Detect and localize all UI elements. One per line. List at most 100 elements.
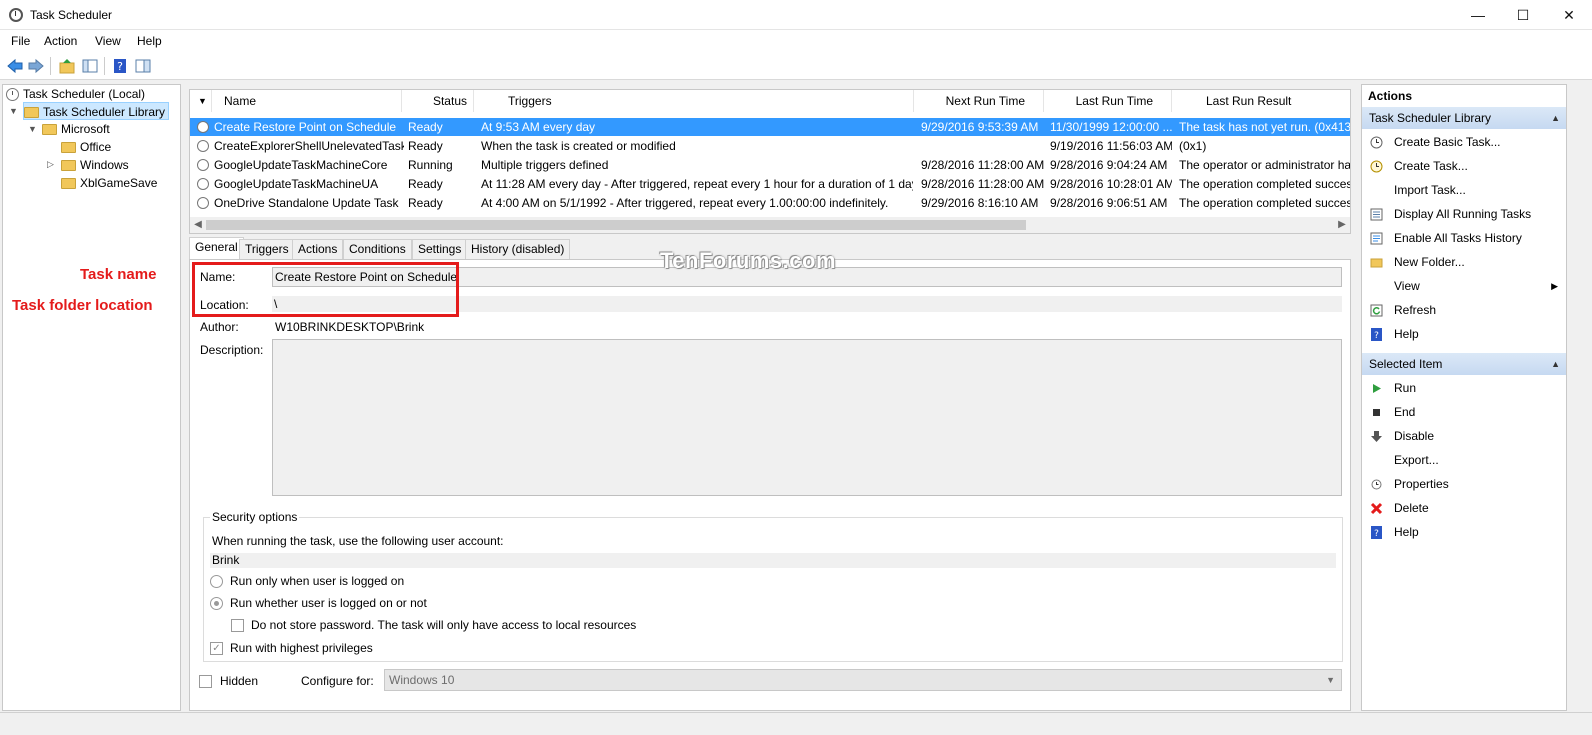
show-hide-console-tree-icon[interactable] bbox=[81, 57, 99, 75]
tab-settings[interactable]: Settings bbox=[412, 239, 468, 259]
column-header-status[interactable]: Status bbox=[402, 90, 474, 112]
checkbox-do-not-store-password[interactable] bbox=[231, 619, 244, 632]
tab-history[interactable]: History (disabled) bbox=[465, 239, 571, 259]
collapse-up-icon[interactable]: ▲ bbox=[1551, 353, 1560, 375]
column-header-last-run-time[interactable]: Last Run Time bbox=[1044, 90, 1172, 112]
back-arrow-icon[interactable] bbox=[6, 57, 24, 75]
column-header-name[interactable]: Name bbox=[212, 90, 402, 112]
tree-node-office[interactable]: Office bbox=[61, 138, 111, 156]
tab-triggers[interactable]: Triggers bbox=[239, 239, 295, 259]
svg-text:?: ? bbox=[1374, 529, 1379, 539]
menu-action[interactable]: Action bbox=[44, 34, 77, 48]
action-delete[interactable]: Delete bbox=[1362, 496, 1566, 520]
action-refresh[interactable]: Refresh bbox=[1362, 298, 1566, 322]
action-view[interactable]: View ▶ bbox=[1362, 274, 1566, 298]
checkbox-hidden-label: Hidden bbox=[220, 674, 259, 688]
tree-node-root[interactable]: Task Scheduler (Local) bbox=[6, 85, 145, 103]
up-folder-icon[interactable] bbox=[58, 57, 76, 75]
action-disable[interactable]: Disable bbox=[1362, 424, 1566, 448]
end-icon bbox=[1373, 409, 1380, 416]
maximize-button[interactable]: ☐ bbox=[1500, 0, 1546, 30]
help-icon[interactable]: ? bbox=[111, 57, 129, 75]
tree-node-label: Microsoft bbox=[61, 122, 110, 136]
configure-for-select[interactable]: Windows 10 ▼ bbox=[384, 669, 1342, 691]
tree-node-task-scheduler-library[interactable]: Task Scheduler Library bbox=[23, 102, 170, 120]
tab-general[interactable]: General bbox=[189, 237, 244, 259]
task-list: ▼ Name Status Triggers Next Run Time Las… bbox=[189, 89, 1351, 234]
show-hide-action-pane-icon[interactable] bbox=[134, 57, 152, 75]
scroll-left-icon[interactable]: ◀ bbox=[190, 217, 206, 233]
action-help-selected[interactable]: ? Help bbox=[1362, 520, 1566, 544]
horizontal-scrollbar[interactable]: ◀ ▶ bbox=[190, 217, 1350, 233]
checkbox-hidden[interactable] bbox=[199, 675, 212, 688]
task-clock-icon bbox=[197, 159, 209, 171]
cell-last-run-time: 11/30/1999 12:00:00 ... bbox=[1050, 120, 1172, 134]
folder-icon bbox=[61, 142, 76, 154]
author-label: Author: bbox=[200, 320, 239, 334]
close-button[interactable]: ✕ bbox=[1546, 0, 1592, 30]
action-new-folder[interactable]: New Folder... bbox=[1362, 250, 1566, 274]
collapse-up-icon[interactable]: ▲ bbox=[1551, 107, 1560, 129]
action-create-basic-task[interactable]: Create Basic Task... bbox=[1362, 130, 1566, 154]
column-header-last-run-result[interactable]: Last Run Result bbox=[1172, 90, 1350, 112]
minimize-button[interactable]: — bbox=[1455, 0, 1501, 30]
action-properties[interactable]: Properties bbox=[1362, 472, 1566, 496]
toolbar: ? bbox=[0, 52, 1592, 80]
action-help[interactable]: ? Help bbox=[1362, 322, 1566, 346]
collapse-chevron-icon[interactable]: ▼ bbox=[9, 106, 18, 116]
cell-name: OneDrive Standalone Update Task bbox=[214, 196, 399, 210]
action-end[interactable]: End bbox=[1362, 400, 1566, 424]
tab-actions[interactable]: Actions bbox=[292, 239, 344, 259]
section-task-scheduler-library[interactable]: Task Scheduler Library ▲ bbox=[1362, 107, 1566, 129]
action-run[interactable]: Run bbox=[1362, 376, 1566, 400]
menu-file[interactable]: File bbox=[11, 34, 30, 48]
tree-node-microsoft[interactable]: Microsoft bbox=[42, 120, 110, 138]
action-label: Refresh bbox=[1394, 303, 1437, 317]
clock-icon bbox=[6, 88, 19, 102]
description-textarea[interactable] bbox=[272, 339, 1342, 496]
annotation-task-name: Task name bbox=[80, 266, 157, 283]
cell-name: GoogleUpdateTaskMachineUA bbox=[214, 177, 379, 191]
console-tree: Task Scheduler (Local) ▼ Task Scheduler … bbox=[2, 84, 181, 711]
table-row[interactable]: GoogleUpdateTaskMachineUA Ready At 11:28… bbox=[190, 175, 1350, 193]
tab-conditions[interactable]: Conditions bbox=[343, 239, 412, 259]
radio-run-whether-logged-on[interactable] bbox=[210, 597, 223, 610]
tree-node-xblgamesave[interactable]: XblGameSave bbox=[61, 174, 157, 192]
forward-arrow-icon[interactable] bbox=[27, 57, 45, 75]
cell-last-run-time: 9/19/2016 11:56:03 AM bbox=[1050, 139, 1172, 153]
cell-last-run-time: 9/28/2016 9:04:24 AM bbox=[1050, 158, 1168, 172]
tree-node-windows[interactable]: Windows bbox=[61, 156, 129, 174]
expand-chevron-icon[interactable]: ▷ bbox=[47, 159, 54, 170]
section-selected-item[interactable]: Selected Item ▲ bbox=[1362, 353, 1566, 375]
cell-name: GoogleUpdateTaskMachineCore bbox=[214, 158, 388, 172]
menu-view[interactable]: View bbox=[95, 34, 121, 48]
properties-icon bbox=[1371, 479, 1382, 490]
scroll-right-icon[interactable]: ▶ bbox=[1334, 217, 1350, 233]
radio-run-only-logged-on[interactable] bbox=[210, 575, 223, 588]
checkbox-run-highest-privileges-label: Run with highest privileges bbox=[230, 641, 373, 655]
delete-icon bbox=[1370, 502, 1383, 515]
checkbox-run-highest-privileges[interactable]: ✓ bbox=[210, 642, 223, 655]
task-scheduler-clock-icon bbox=[9, 8, 23, 22]
table-row[interactable]: OneDrive Standalone Update Task Ready At… bbox=[190, 194, 1350, 212]
action-create-task[interactable]: Create Task... bbox=[1362, 154, 1566, 178]
collapse-chevron-icon[interactable]: ▼ bbox=[28, 124, 37, 134]
cell-next-run-time: 9/28/2016 11:28:00 AM bbox=[921, 158, 1045, 172]
cell-last-run-result: The operator or administrator has bbox=[1179, 158, 1350, 172]
dropdown-chevron-icon: ▼ bbox=[1326, 675, 1335, 685]
toolbar-separator bbox=[104, 57, 105, 75]
scrollbar-thumb[interactable] bbox=[206, 220, 1026, 230]
column-header-triggers[interactable]: Triggers bbox=[474, 90, 914, 112]
action-display-all-running-tasks[interactable]: Display All Running Tasks bbox=[1362, 202, 1566, 226]
section-title: Task Scheduler Library bbox=[1369, 111, 1492, 125]
table-row[interactable]: GoogleUpdateTaskMachineCore Running Mult… bbox=[190, 156, 1350, 174]
table-row[interactable]: Create Restore Point on Schedule Ready A… bbox=[190, 118, 1350, 136]
menu-help[interactable]: Help bbox=[137, 34, 162, 48]
table-row[interactable]: CreateExplorerShellUnelevatedTask Ready … bbox=[190, 137, 1350, 155]
action-export[interactable]: Export... bbox=[1362, 448, 1566, 472]
action-import-task[interactable]: Import Task... bbox=[1362, 178, 1566, 202]
column-header-next-run-time[interactable]: Next Run Time bbox=[914, 90, 1044, 112]
action-enable-all-tasks-history[interactable]: Enable All Tasks History bbox=[1362, 226, 1566, 250]
configure-for-label: Configure for: bbox=[301, 674, 374, 688]
action-label: Delete bbox=[1394, 501, 1429, 515]
